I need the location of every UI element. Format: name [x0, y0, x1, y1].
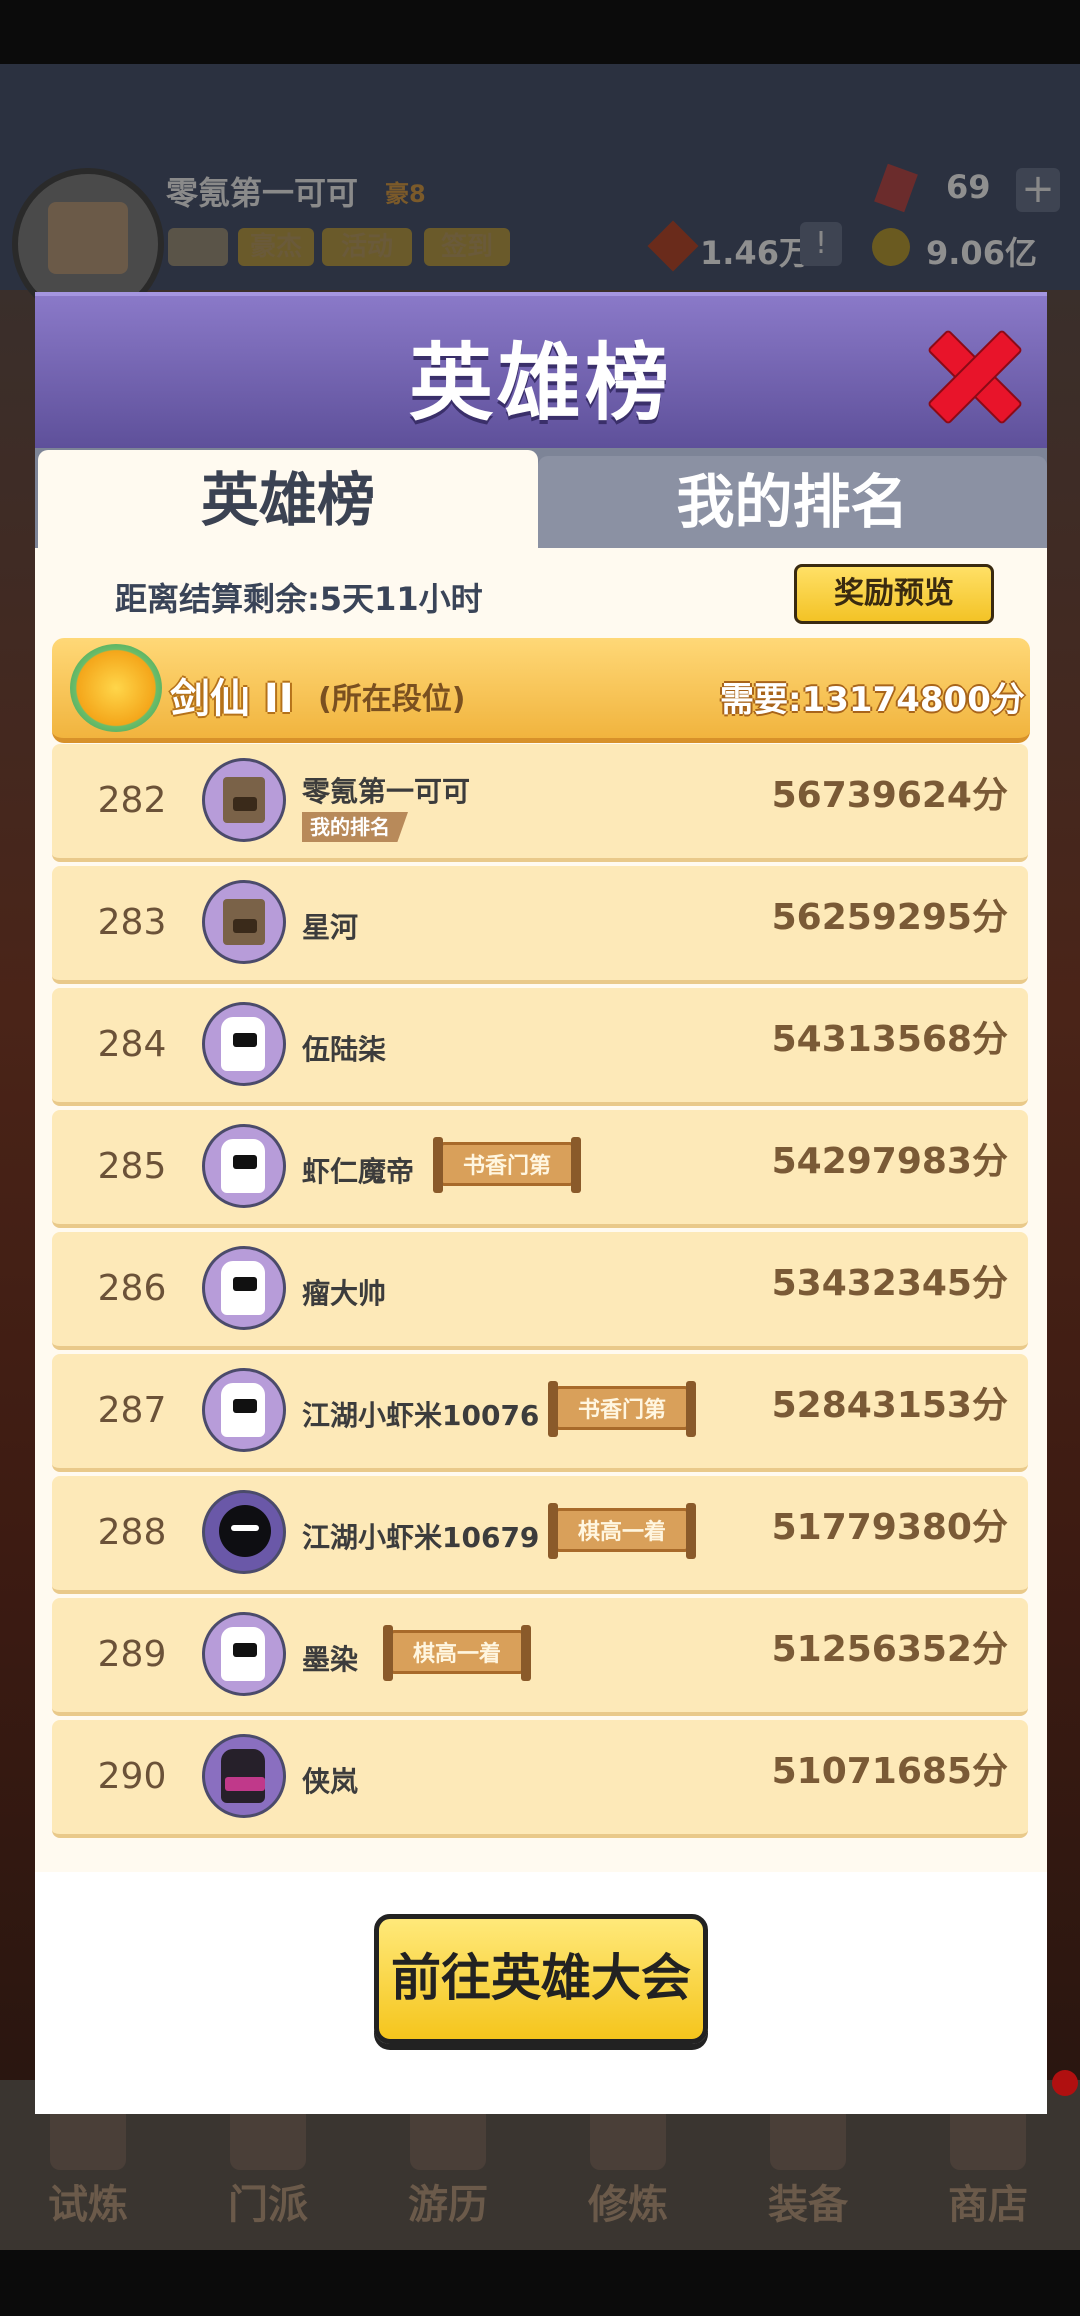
- score-value: 51071685分: [771, 1751, 1008, 1792]
- ninja-icon[interactable]: [202, 1612, 286, 1696]
- go-to-hero-conference-button[interactable]: 前往英雄大会: [374, 1914, 708, 2044]
- score-value: 53432345分: [771, 1263, 1008, 1304]
- player-name: 零氪第一可可: [166, 174, 359, 212]
- player-name: 虾仁魔帝: [302, 1155, 415, 1188]
- mail-icon: [168, 228, 228, 266]
- tab-hero-board[interactable]: 英雄榜: [38, 450, 538, 550]
- score-value: 56259295分: [771, 897, 1008, 938]
- tier-emblem-icon: [70, 644, 162, 732]
- leaderboard-row[interactable]: 287 江湖小虾米10076 书香门第 52843153分: [52, 1354, 1028, 1472]
- shadow-icon[interactable]: [202, 1490, 286, 1574]
- tier-requirement: 需要:13174800分: [720, 680, 1025, 720]
- modal-title: 英雄榜: [408, 334, 673, 432]
- bg-button-event: 活动: [322, 228, 412, 266]
- notification-dot: [1052, 2070, 1078, 2096]
- gold-count: 9.06亿: [926, 234, 1037, 272]
- my-rank-tag: 我的排名: [302, 812, 408, 842]
- rank-number: 286: [97, 1268, 167, 1309]
- nav-label: 试炼: [48, 2182, 128, 2228]
- player-name: 江湖小虾米10076: [302, 1399, 540, 1432]
- plus-icon: +: [1016, 168, 1060, 212]
- title-badge: 棋高一着: [383, 1625, 531, 1681]
- leaderboard-row[interactable]: 285 虾仁魔帝 书香门第 54297983分: [52, 1110, 1028, 1228]
- leaderboard-row[interactable]: 289 墨染 棋高一着 51256352分: [52, 1598, 1028, 1716]
- tab-label: 英雄榜: [200, 466, 375, 534]
- score-value: 51256352分: [771, 1629, 1008, 1670]
- rank-number: 289: [97, 1634, 167, 1675]
- nav-label: 门派: [228, 2182, 308, 2228]
- leaderboard-row[interactable]: 288 江湖小虾米10679 棋高一着 51779380分: [52, 1476, 1028, 1594]
- rank-number: 287: [97, 1390, 167, 1431]
- box-icon[interactable]: [202, 758, 286, 842]
- rank-number: 282: [97, 780, 167, 821]
- reward-preview-button[interactable]: 奖励预览: [794, 564, 994, 624]
- info-icon: !: [800, 222, 842, 266]
- bg-button-signin: 签到: [424, 228, 510, 266]
- tier-name: 剑仙 II: [170, 676, 294, 722]
- title-badge: 书香门第: [433, 1137, 581, 1193]
- leaderboard-row[interactable]: 283 星河 56259295分: [52, 866, 1028, 984]
- gem-count: 69: [946, 168, 991, 206]
- leaderboard-row[interactable]: 282 零氪第一可可 我的排名 56739624分: [52, 744, 1028, 862]
- rank-number: 290: [97, 1756, 167, 1797]
- title-badge: 书香门第: [548, 1381, 696, 1437]
- nav-label: 装备: [768, 2182, 848, 2228]
- vip-badge: 豪8: [385, 180, 426, 208]
- close-button[interactable]: [926, 328, 1024, 426]
- box-icon[interactable]: [202, 880, 286, 964]
- player-name: 瘤大帅: [302, 1277, 387, 1310]
- score-value: 52843153分: [771, 1385, 1008, 1426]
- ninja-icon[interactable]: [202, 1246, 286, 1330]
- score-value: 56739624分: [771, 775, 1008, 816]
- gold-icon: [872, 228, 910, 266]
- ninja-icon[interactable]: [202, 1368, 286, 1452]
- rank-number: 288: [97, 1512, 167, 1553]
- player-name: 江湖小虾米10679: [302, 1521, 540, 1554]
- player-name: 伍陆柒: [302, 1033, 387, 1066]
- tier-note: (所在段位): [318, 682, 466, 717]
- rank-number: 285: [97, 1146, 167, 1187]
- player-name: 零氪第一可可: [302, 775, 471, 808]
- player-name: 侠岚: [302, 1765, 359, 1798]
- countdown-text: 距离结算剩余:5天11小时: [115, 580, 483, 618]
- player-name: 星河: [302, 911, 359, 944]
- nav-label: 游历: [408, 2182, 488, 2228]
- tab-label: 我的排名: [676, 468, 909, 536]
- ninja-icon[interactable]: [202, 1124, 286, 1208]
- ninja-icon[interactable]: [202, 1002, 286, 1086]
- nav-label: 修炼: [588, 2182, 668, 2228]
- player-name: 墨染: [302, 1643, 359, 1676]
- score-value: 54297983分: [771, 1141, 1008, 1182]
- purple-ninja-icon[interactable]: [202, 1734, 286, 1818]
- rank-number: 284: [97, 1024, 167, 1065]
- leaderboard-row[interactable]: 284 伍陆柒 54313568分: [52, 988, 1028, 1106]
- score-value: 54313568分: [771, 1019, 1008, 1060]
- rank-number: 283: [97, 902, 167, 943]
- bg-button-hero: 豪杰: [238, 228, 314, 266]
- score-value: 51779380分: [771, 1507, 1008, 1548]
- nav-label: 商店: [948, 2182, 1028, 2228]
- title-badge: 棋高一着: [548, 1503, 696, 1559]
- leaderboard-row[interactable]: 286 瘤大帅 53432345分: [52, 1232, 1028, 1350]
- leaderboard-row[interactable]: 290 侠岚 51071685分: [52, 1720, 1028, 1838]
- cash-count: 1.46万: [700, 234, 811, 272]
- tab-my-rank[interactable]: 我的排名: [538, 456, 1047, 548]
